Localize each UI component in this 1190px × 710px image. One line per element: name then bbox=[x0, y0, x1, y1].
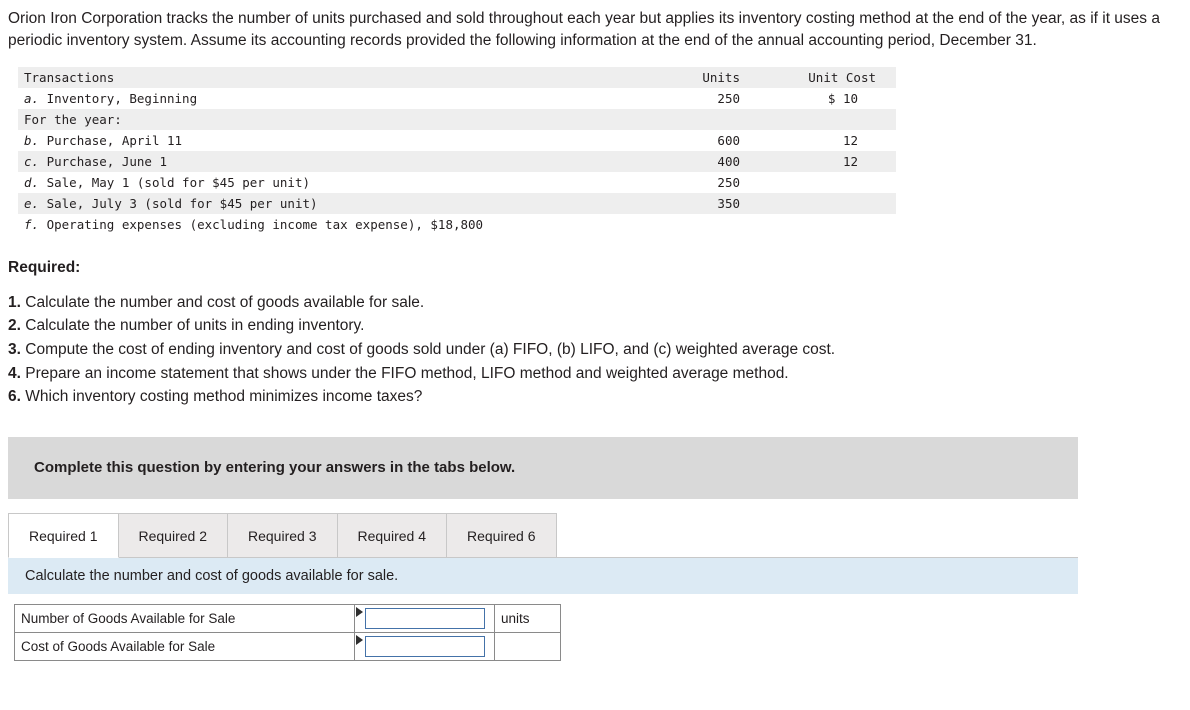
required-item-text: Which inventory costing method minimizes… bbox=[25, 388, 423, 406]
cursor-arrow-icon bbox=[356, 606, 363, 617]
answer-table: Number of Goods Available for Sale units… bbox=[14, 603, 561, 661]
row-label: c. Purchase, June 1 bbox=[18, 150, 656, 172]
tab-bar: Required 1 Required 2 Required 3 Require… bbox=[8, 512, 1078, 558]
row-unit-cost: 12 bbox=[842, 132, 858, 148]
instruction-bar: Complete this question by entering your … bbox=[8, 436, 1078, 499]
required-item: 2. Calculate the number of units in endi… bbox=[8, 314, 1190, 338]
answer-unit-label-empty bbox=[494, 631, 561, 661]
table-row: c. Purchase, June 1 400 12 bbox=[18, 150, 896, 172]
prompt-text: Calculate the number and cost of goods a… bbox=[25, 567, 399, 584]
header-unit-cost: Unit Cost bbox=[766, 66, 896, 88]
tab-required-1[interactable]: Required 1 bbox=[8, 512, 119, 558]
row-label: d. Sale, May 1 (sold for $45 per unit) bbox=[18, 172, 656, 193]
row-letter: d. bbox=[24, 174, 40, 190]
row-text: Sale, July 3 (sold for $45 per unit) bbox=[46, 195, 318, 211]
cost-of-goods-input[interactable] bbox=[365, 635, 485, 657]
row-units: 250 bbox=[717, 174, 740, 190]
row-letter: f. bbox=[24, 216, 40, 232]
required-item-text: Compute the cost of ending inventory and… bbox=[25, 341, 836, 359]
row-label: b. Purchase, April 11 bbox=[18, 130, 656, 151]
row-text: Operating expenses (excluding income tax… bbox=[46, 216, 484, 232]
tab-required-2[interactable]: Required 2 bbox=[117, 512, 228, 557]
table-row: Number of Goods Available for Sale units bbox=[14, 603, 561, 633]
table-row: For the year: bbox=[18, 108, 896, 130]
table-row: Cost of Goods Available for Sale bbox=[14, 631, 561, 661]
required-item-number: 1. bbox=[8, 293, 21, 311]
row-letter: e. bbox=[24, 195, 40, 211]
required-item-number: 3. bbox=[8, 341, 21, 359]
row-unit-cost: $ 10 bbox=[827, 90, 858, 106]
row-unit-cost bbox=[766, 172, 896, 193]
answer-input-cell-units[interactable] bbox=[354, 603, 495, 633]
transactions-table-wrapper: Transactions Units Unit Cost a. Inventor… bbox=[18, 66, 896, 235]
table-header-row: Transactions Units Unit Cost bbox=[18, 66, 896, 88]
required-item: 3. Compute the cost of ending inventory … bbox=[8, 338, 1190, 362]
answer-unit-label: units bbox=[494, 603, 561, 633]
row-units: 400 bbox=[656, 150, 766, 172]
row-letter: c. bbox=[24, 153, 40, 169]
tab-required-3[interactable]: Required 3 bbox=[227, 512, 338, 557]
header-units: Units bbox=[656, 66, 766, 88]
row-text: Purchase, April 11 bbox=[46, 132, 183, 148]
required-item: 4. Prepare an income statement that show… bbox=[8, 362, 1190, 386]
row-unit-cost: 12 bbox=[766, 150, 896, 172]
answer-label-units: Number of Goods Available for Sale bbox=[14, 603, 355, 633]
row-letter: a. bbox=[24, 90, 40, 106]
table-row: b. Purchase, April 11 600 12 bbox=[18, 130, 896, 151]
row-text: Purchase, June 1 bbox=[46, 153, 168, 169]
row-label: e. Sale, July 3 (sold for $45 per unit) bbox=[18, 192, 656, 214]
row-letter: b. bbox=[24, 132, 40, 148]
required-item: 6. Which inventory costing method minimi… bbox=[8, 385, 1190, 409]
question-page: Orion Iron Corporation tracks the number… bbox=[0, 0, 1190, 710]
header-transactions: Transactions bbox=[18, 66, 656, 88]
row-units: 250 bbox=[717, 90, 740, 106]
row-units bbox=[656, 214, 766, 235]
cursor-arrow-icon bbox=[356, 634, 363, 645]
row-label: a. Inventory, Beginning bbox=[18, 88, 656, 109]
required-item-text: Calculate the number and cost of goods a… bbox=[25, 293, 425, 311]
required-item-text: Prepare an income statement that shows u… bbox=[25, 364, 789, 382]
table-row: a. Inventory, Beginning 250 $ 10 bbox=[18, 88, 896, 109]
table-row: d. Sale, May 1 (sold for $45 per unit) 2… bbox=[18, 172, 896, 193]
answer-input-cell-cost[interactable] bbox=[354, 631, 495, 661]
required-item-text: Calculate the number of units in ending … bbox=[25, 317, 365, 335]
row-unit-cost bbox=[766, 108, 896, 130]
required-heading: Required: bbox=[8, 258, 81, 276]
row-label: f. Operating expenses (excluding income … bbox=[18, 214, 656, 235]
table-row: f. Operating expenses (excluding income … bbox=[18, 214, 896, 235]
transactions-table: Transactions Units Unit Cost a. Inventor… bbox=[18, 66, 896, 235]
row-text: Inventory, Beginning bbox=[46, 90, 198, 106]
answer-label-cost: Cost of Goods Available for Sale bbox=[14, 631, 355, 661]
number-of-goods-input[interactable] bbox=[365, 607, 485, 629]
row-unit-cost bbox=[766, 214, 896, 235]
answer-table-wrapper: Number of Goods Available for Sale units… bbox=[14, 603, 1190, 661]
required-item-number: 4. bbox=[8, 364, 21, 382]
table-row: e. Sale, July 3 (sold for $45 per unit) … bbox=[18, 192, 896, 214]
required-item: 1. Calculate the number and cost of good… bbox=[8, 291, 1190, 315]
prompt-bar: Calculate the number and cost of goods a… bbox=[8, 557, 1078, 594]
row-text: Sale, May 1 (sold for $45 per unit) bbox=[46, 174, 310, 190]
instruction-text: Complete this question by entering your … bbox=[34, 459, 516, 477]
required-item-number: 6. bbox=[8, 388, 21, 406]
row-units bbox=[656, 108, 766, 130]
tab-required-6[interactable]: Required 6 bbox=[446, 512, 557, 557]
tab-required-4[interactable]: Required 4 bbox=[336, 512, 447, 557]
required-list: 1. Calculate the number and cost of good… bbox=[8, 291, 1190, 409]
row-text: For the year: bbox=[24, 111, 122, 127]
intro-paragraph: Orion Iron Corporation tracks the number… bbox=[8, 10, 1160, 50]
row-units: 600 bbox=[717, 132, 740, 148]
required-item-number: 2. bbox=[8, 317, 21, 335]
row-units: 350 bbox=[656, 192, 766, 214]
row-unit-cost bbox=[766, 192, 896, 214]
row-label: For the year: bbox=[18, 108, 656, 130]
